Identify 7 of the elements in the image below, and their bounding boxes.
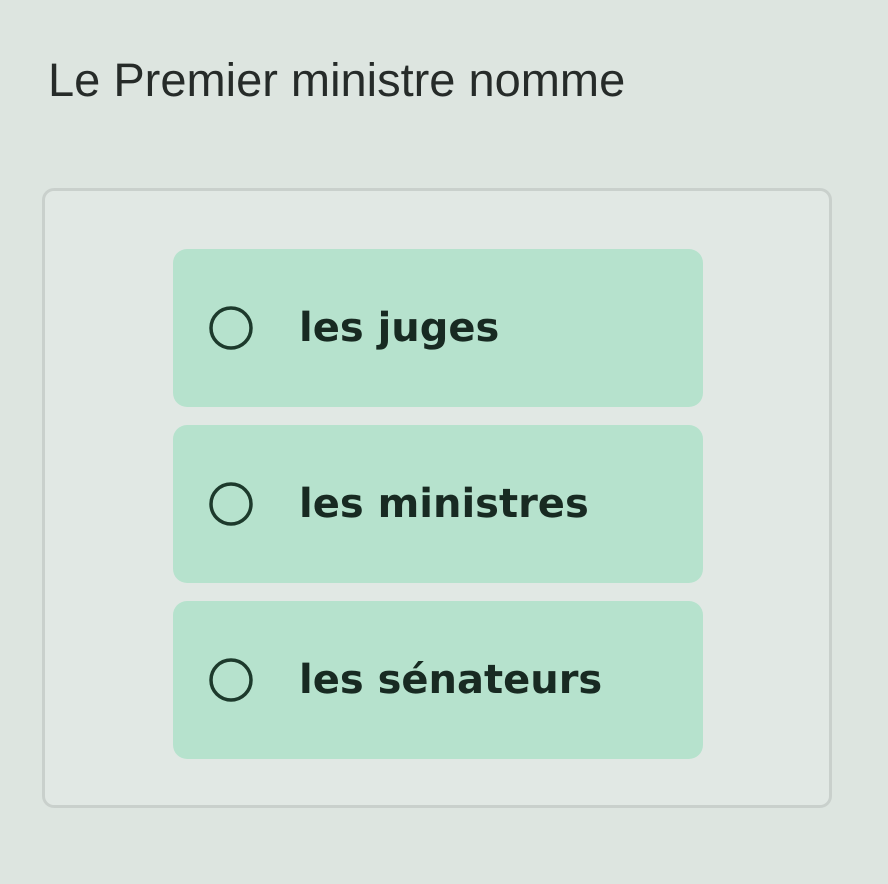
radio-circle-icon[interactable] xyxy=(209,482,253,526)
answer-option[interactable]: les sénateurs xyxy=(173,601,703,759)
answer-option[interactable]: les ministres xyxy=(173,425,703,583)
answer-option[interactable]: les juges xyxy=(173,249,703,407)
radio-circle-icon[interactable] xyxy=(209,306,253,350)
radio-circle-icon[interactable] xyxy=(209,658,253,702)
question-text: Le Premier ministre nomme xyxy=(48,52,626,108)
